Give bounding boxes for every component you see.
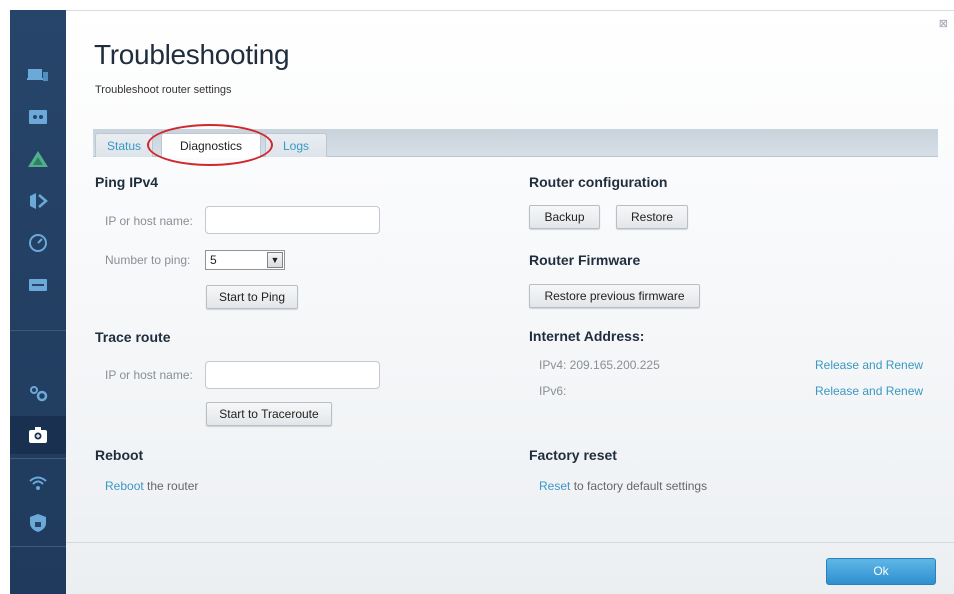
tab-status[interactable]: Status [95,133,153,157]
devices-icon[interactable] [10,56,66,94]
guest-access-icon[interactable] [10,98,66,136]
footer-divider [66,542,954,543]
reboot-heading: Reboot [95,447,144,463]
ok-button[interactable]: Ok [826,558,936,585]
ipv6-address: IPv6: [539,384,567,398]
router-config-heading: Router configuration [529,174,668,190]
sidebar-divider [10,546,66,547]
ping-heading: Ping IPv4 [95,174,159,190]
reboot-text: the router [143,479,199,493]
backup-button[interactable]: Backup [529,205,600,229]
annotation-circle [147,124,273,166]
sidebar-divider [10,458,66,459]
reboot-row: Reboot the router [105,479,198,493]
factory-reset-text: to factory default settings [570,479,708,493]
sidebar-divider [10,330,66,331]
trace-host-label: IP or host name: [105,368,193,382]
speed-test-icon[interactable] [10,224,66,262]
chevron-down-icon[interactable]: ▼ [267,252,283,268]
page-title: Troubleshooting [94,39,290,70]
tab-logs[interactable]: Logs [265,133,327,157]
start-ping-button[interactable]: Start to Ping [206,285,298,309]
sidebar [10,10,72,594]
close-icon[interactable]: ⊠ [939,17,948,30]
ping-count-value: 5 [210,253,217,267]
firmware-heading: Router Firmware [529,252,641,268]
ping-host-label: IP or host name: [105,214,193,228]
ping-count-label: Number to ping: [105,253,191,267]
factory-reset-link[interactable]: Reset [539,479,570,493]
trace-heading: Trace route [95,329,171,345]
router-admin-window: ⊠ Troubleshooting Troubleshoot router se… [0,0,954,594]
troubleshooting-icon[interactable] [10,416,72,454]
factory-reset-heading: Factory reset [529,447,617,463]
internet-address-heading: Internet Address: [529,328,645,344]
trace-host-input[interactable] [205,361,380,389]
wireless-icon[interactable] [10,464,66,502]
start-traceroute-button[interactable]: Start to Traceroute [206,402,332,426]
factory-reset-row: Reset to factory default settings [539,479,707,493]
ping-host-input[interactable] [205,206,380,234]
network-map-icon[interactable] [10,140,66,178]
settings-icon[interactable] [10,374,66,412]
media-prioritization-icon[interactable] [10,182,66,220]
ipv6-release-renew-link[interactable]: Release and Renew [815,384,923,398]
ping-count-select[interactable]: 5 ▼ [205,250,285,270]
ipv4-release-renew-link[interactable]: Release and Renew [815,358,923,372]
page-subtitle: Troubleshoot router settings [95,84,232,96]
troubleshooting-panel: ⊠ Troubleshooting Troubleshoot router se… [66,10,954,594]
restore-firmware-button[interactable]: Restore previous firmware [529,284,700,308]
usb-storage-icon[interactable] [10,266,66,304]
security-icon[interactable] [10,504,66,542]
ipv4-address: IPv4: 209.165.200.225 [539,358,660,372]
restore-button[interactable]: Restore [616,205,688,229]
reboot-link[interactable]: Reboot [105,479,144,493]
